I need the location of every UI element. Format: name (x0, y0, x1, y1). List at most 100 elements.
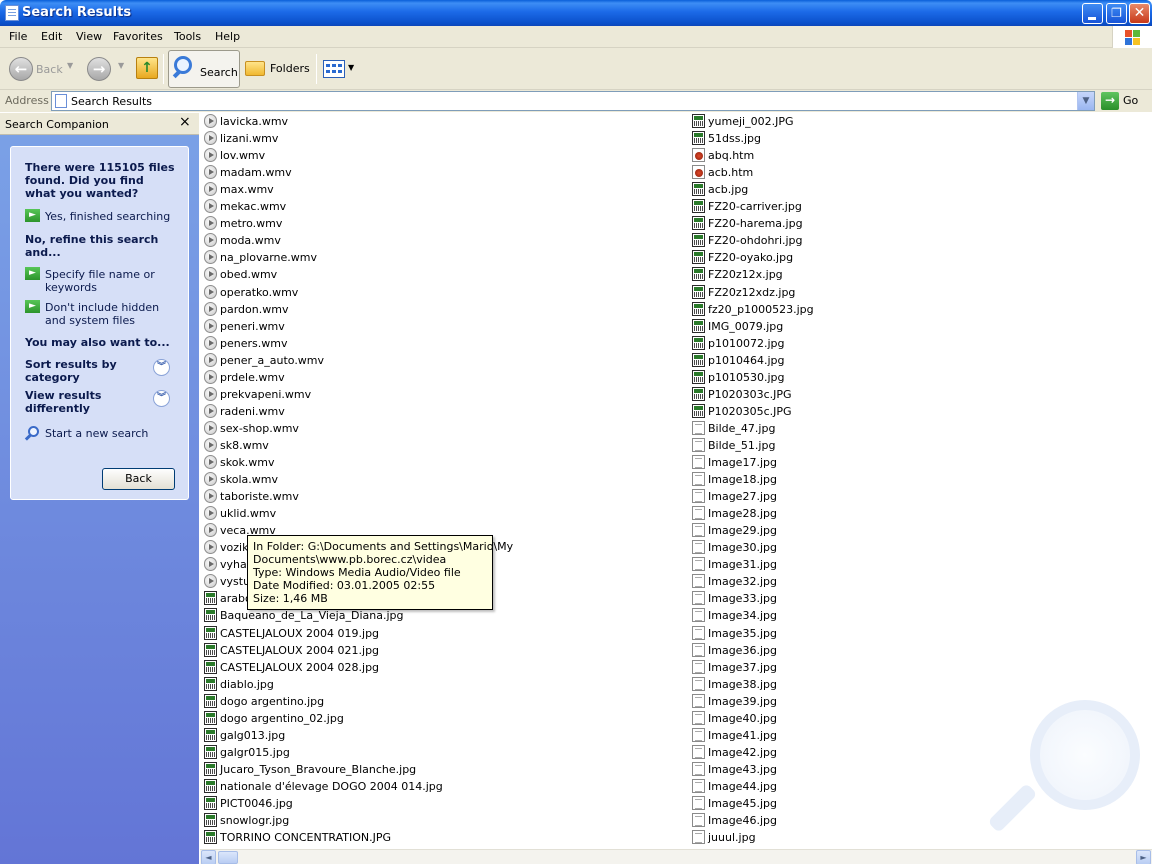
folders-button-label[interactable]: Folders (270, 62, 310, 75)
scroll-left-icon[interactable]: ◄ (201, 850, 216, 864)
image-file-icon (204, 608, 217, 623)
media-file-icon (204, 284, 217, 299)
image-file-icon (204, 796, 217, 810)
views-dropdown-icon[interactable]: ▼ (348, 63, 354, 72)
image-file-icon (692, 437, 705, 452)
start-new-search-link[interactable]: Start a new search (45, 427, 148, 440)
file-name: Bilde_51.jpg (708, 438, 776, 452)
address-label: Address (5, 94, 49, 107)
image-file-icon (692, 796, 705, 810)
image-file-icon (692, 284, 705, 299)
file-name: FZ20-ohdohri.jpg (708, 234, 803, 248)
title-bar[interactable]: Search Results ❐ ✕ (0, 0, 1152, 26)
file-name: lavicka.wmv (220, 115, 289, 128)
file-name: acb.htm (708, 166, 754, 180)
file-name: Image39.jpg (708, 694, 777, 708)
media-file-icon (204, 267, 217, 282)
file-name: p1010072.jpg (708, 336, 785, 350)
file-name: FZ20-carriver.jpg (708, 200, 802, 214)
up-folder-icon[interactable]: ↑ (136, 57, 158, 79)
search-companion-header: Search Companion × (0, 113, 199, 135)
file-name: fz20_p1000523.jpg (708, 302, 814, 316)
media-file-icon (204, 148, 217, 163)
back-dropdown-icon[interactable]: ▼ (67, 61, 73, 70)
menu-view[interactable]: View (76, 30, 102, 43)
go-button[interactable]: Go (1123, 94, 1138, 107)
folders-icon[interactable] (245, 61, 265, 76)
file-name: Image31.jpg (708, 558, 777, 572)
sort-results-link[interactable]: Sort results by category (25, 358, 135, 384)
restore-button[interactable]: ❐ (1106, 3, 1127, 24)
back-arrow-icon[interactable]: ← (9, 57, 33, 81)
menu-edit[interactable]: Edit (41, 30, 62, 43)
close-pane-icon[interactable]: × (179, 114, 191, 130)
yes-finished-link[interactable]: Yes, finished searching (45, 210, 170, 223)
address-input[interactable]: Search Results ▼ (51, 91, 1095, 111)
file-name: snowlogr.jpg (220, 814, 290, 828)
menu-file[interactable]: File (9, 30, 27, 43)
tooltip-folder: In Folder: G:\Documents and Settings\Mar… (253, 540, 514, 553)
hidden-files-link[interactable]: Don't include hidden and system files (45, 301, 175, 327)
image-file-icon (692, 574, 705, 589)
back-button-label[interactable]: Back (36, 63, 63, 76)
image-file-icon (692, 182, 705, 197)
horizontal-scrollbar[interactable]: ◄ ► (200, 849, 1152, 864)
file-list[interactable]: lavicka.wmv lizani.wmv lov.wmv madam.wmv max… (200, 113, 1152, 849)
green-arrow-icon: ► (25, 209, 40, 222)
menu-tools[interactable]: Tools (174, 30, 201, 43)
image-file-icon (692, 489, 705, 504)
file-name: p1010464.jpg (708, 353, 785, 367)
file-name: taboriste.wmv (220, 490, 299, 504)
html-file-icon (692, 165, 705, 180)
image-file-icon (204, 813, 217, 828)
media-file-icon (204, 114, 217, 128)
media-file-icon (204, 199, 217, 214)
menu-favorites[interactable]: Favorites (113, 30, 163, 43)
image-file-icon (204, 625, 217, 640)
media-file-icon (204, 335, 217, 350)
file-name: CASTELJALOUX 2004 028.jpg (220, 660, 380, 674)
media-file-icon (204, 318, 217, 333)
file-name: prdele.wmv (220, 370, 285, 384)
search-button[interactable]: Search (168, 50, 240, 88)
go-arrow-icon[interactable]: → (1101, 92, 1119, 110)
specify-filename-link[interactable]: Specify file name or keywords (45, 268, 165, 294)
file-name: Image33.jpg (708, 592, 777, 606)
image-file-icon (692, 472, 705, 487)
file-name: vozik (220, 541, 249, 555)
scroll-thumb[interactable] (218, 851, 238, 864)
address-bar: Address Search Results ▼ → Go (0, 90, 1152, 112)
image-file-icon (692, 727, 705, 742)
views-icon[interactable] (323, 60, 345, 78)
file-name: Image41.jpg (708, 728, 777, 742)
file-name: skola.wmv (220, 473, 278, 487)
forward-arrow-icon[interactable]: → (87, 57, 111, 81)
media-file-icon (204, 506, 217, 521)
file-name: abq.htm (708, 149, 755, 163)
file-name: vystu (220, 575, 251, 589)
expand-chevron-icon[interactable]: ︾ (153, 390, 170, 407)
file-name: Image43.jpg (708, 762, 777, 776)
back-button[interactable]: Back (102, 468, 175, 490)
view-results-link[interactable]: View results differently (25, 389, 135, 415)
file-name: skok.wmv (220, 456, 275, 469)
minimize-button[interactable] (1082, 3, 1103, 24)
file-name: na_plovarne.wmv (220, 251, 318, 265)
media-file-icon (204, 574, 217, 589)
file-name: acb.jpg (708, 183, 749, 197)
address-dropdown-icon[interactable]: ▼ (1077, 92, 1094, 110)
scroll-right-icon[interactable]: ► (1136, 850, 1151, 864)
file-name: Image27.jpg (708, 490, 777, 504)
file-name: P1020303c.JPG (708, 387, 792, 401)
menu-help[interactable]: Help (215, 30, 240, 43)
html-file-icon (692, 148, 705, 163)
close-button[interactable]: ✕ (1129, 3, 1150, 24)
file-name: moda.wmv (220, 234, 281, 248)
file-name: Image17.jpg (708, 456, 777, 469)
file-name: peneri.wmv (220, 319, 285, 333)
forward-dropdown-icon[interactable]: ▼ (118, 61, 124, 70)
expand-chevron-icon[interactable]: ︾ (153, 359, 170, 376)
file-name: metro.wmv (220, 217, 283, 231)
file-name: 51dss.jpg (708, 132, 761, 146)
file-name: PICT0046.jpg (220, 797, 293, 810)
